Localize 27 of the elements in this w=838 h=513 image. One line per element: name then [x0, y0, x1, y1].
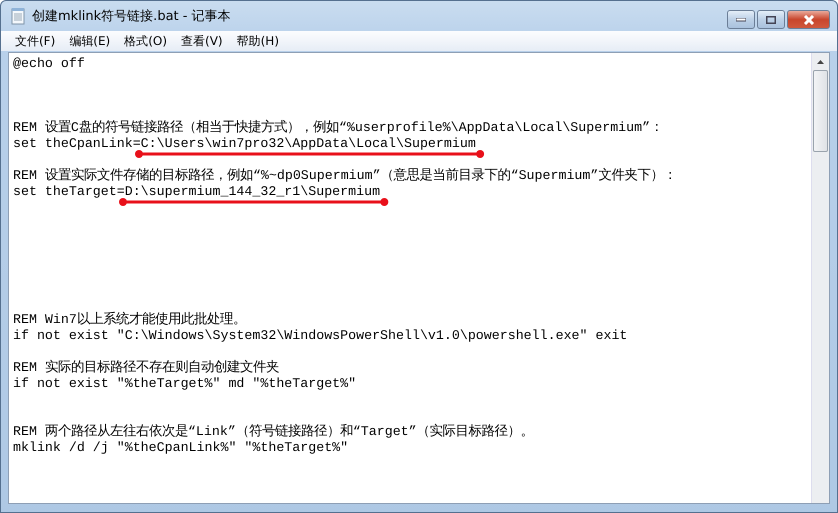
close-icon [802, 14, 816, 24]
code-line: REM 设置实际文件存储的目标路径，例如“%~dp0Supermium”（意思是当前目录下的“Supermium”文件夹下）： [13, 168, 678, 184]
menu-item[interactable]: 文件(F) [8, 32, 62, 50]
code-line: set theTarget=D:\supermium_144_32_r1\Supermium [13, 184, 807, 200]
menu-item[interactable]: 编辑(E) [62, 32, 118, 50]
code-line: REM 两个路径从左往右依次是“Link”（符号链接路径）和“Target”（实际目标路径）。 [13, 424, 535, 440]
code-line: set theCpanLink=C:\Users\win7pro32\AppData\Local\Supermium [13, 136, 807, 152]
menu-item[interactable]: 帮助(H) [230, 32, 286, 50]
minimize-icon [736, 18, 746, 22]
scroll-up-icon[interactable] [817, 60, 824, 64]
code-line: if not exist "%theTarget%" md "%theTarget%" [13, 376, 358, 392]
menu-item[interactable]: 格式(O) [117, 32, 174, 50]
code-line: REM Win7以上系统才能使用此批处理。 [13, 312, 247, 328]
scrollbar-thumb[interactable] [813, 70, 828, 152]
code-line: REM 实际的目标路径不存在则自动创建文件夹 [13, 360, 280, 376]
minimize-button[interactable] [727, 10, 755, 29]
menu-item[interactable]: 查看(V) [174, 32, 230, 50]
window-title: 创建mklink符号链接.bat - 记事本 [32, 8, 231, 25]
maximize-button[interactable] [757, 10, 785, 29]
scrollbar[interactable] [811, 53, 829, 503]
notepad-icon [10, 7, 26, 25]
code-line: REM 设置C盘的符号链接路径（相当于快捷方式），例如“%userprofile%\AppData\Local\Supermium”： [13, 120, 664, 136]
close-button[interactable] [787, 10, 830, 29]
code-line: mklink /d /j "%theCpanLink%" "%theTarget%" [13, 440, 350, 456]
code-line: @echo off [13, 56, 86, 72]
code-line: if not exist "C:\Windows\System32\WindowsPowerShell\v1.0\powershell.exe" exit [13, 328, 628, 344]
maximize-icon [766, 16, 776, 24]
